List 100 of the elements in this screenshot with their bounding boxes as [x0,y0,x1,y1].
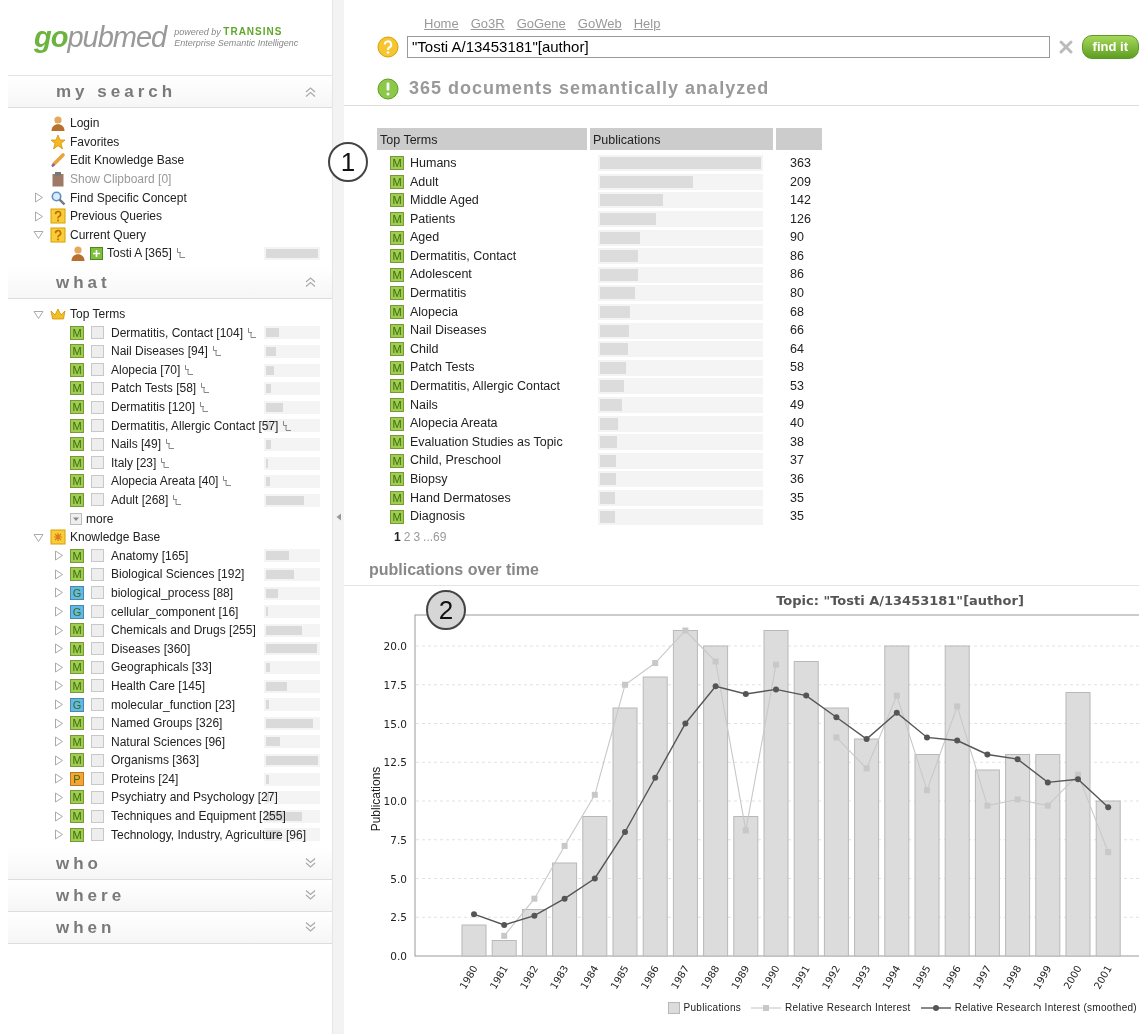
tree-item[interactable]: Tosti A [365] [107,244,172,263]
section-title[interactable]: who [56,850,102,877]
term-link[interactable]: Adult [410,172,439,192]
point [1014,756,1021,763]
term-link[interactable]: Patch Tests [410,358,475,378]
count-text: 40 [790,416,804,431]
tree-item[interactable]: Organisms [363] [111,751,200,770]
type-badge: M [70,678,84,693]
tree-item[interactable]: Knowledge Base [70,528,161,547]
type-badge: M [390,491,404,505]
point [652,774,659,781]
tree-item[interactable]: Dermatitis, Contact [104] [111,323,244,342]
tree-item[interactable]: cellular_component [16] [111,602,239,621]
tree-item[interactable]: Proteins [24] [111,769,179,788]
tree-item[interactable]: Psychiatry and Psychology [27] [111,788,278,807]
term-link[interactable]: Nails [410,395,438,415]
term-link[interactable]: Dermatitis, Allergic Contact [410,377,561,396]
type-badge: M [390,453,404,468]
tree-item[interactable]: Find Specific Concept [70,188,187,207]
type-badge: M [390,230,404,245]
tree-item[interactable]: Nails [49] [111,435,162,454]
count-text: 363 [790,155,811,170]
term-link[interactable]: Diagnosis [410,507,465,526]
term-link[interactable]: Dermatitis [410,284,467,303]
term-link[interactable]: Dermatitis, Contact [410,246,517,266]
point [924,734,930,741]
tree-item[interactable]: Geographicals [33] [111,658,212,677]
term-link[interactable]: Patients [410,209,456,229]
tree-item[interactable]: Login [70,114,100,133]
section-title[interactable]: what [56,269,111,295]
tree-item[interactable]: Alopecia Areata [40] [111,472,219,491]
tree-item[interactable]: more [86,509,114,528]
tree-item[interactable]: Dermatitis [120] [111,398,196,416]
term-link[interactable]: Alopecia [410,302,458,322]
type-badge: M [390,323,404,338]
term-link[interactable]: Child, Preschool [410,451,501,471]
tree-item[interactable]: Patch Tests [58] [111,379,197,398]
term-link[interactable]: Middle Aged [410,191,479,210]
legend-label: Relative Research Interest (smoothed) [954,1001,1137,1016]
term-link[interactable]: Child [410,339,439,359]
tree-item[interactable]: Edit Knowledge Base [70,151,185,170]
tree-item[interactable]: Chemicals and Drugs [255] [111,621,256,640]
term-link[interactable]: Evaluation Studies as Topic [410,432,563,452]
type-badge: M [70,641,84,656]
tree-item[interactable]: Biological Sciences [192] [111,565,245,584]
type-badge: M [390,212,404,227]
page-link[interactable]: 1 [394,527,401,546]
column-header[interactable]: Publications [590,128,773,150]
type-badge: M [70,493,84,507]
section-title[interactable]: where [56,882,126,909]
column-header[interactable]: Top Terms [377,128,587,150]
tree-item[interactable]: Techniques and Equipment [255] [111,807,286,826]
tree-item[interactable]: Diseases [360] [111,639,191,658]
type-badge: M [390,435,404,450]
type-badge: M [390,156,404,171]
term-link[interactable]: Adolescent [410,265,472,285]
tree-item[interactable]: Health Care [145] [111,676,206,695]
point [1105,804,1112,811]
axis-tick-label: 12.5 [383,756,407,769]
term-link[interactable]: Alopecia Areata [410,414,498,433]
type-badge: M [70,790,84,805]
axis-tick-label: 17.5 [383,678,407,691]
type-badge: M [70,474,84,489]
tree-item[interactable]: Italy [23] [111,453,157,472]
axis-tick-label: 10.0 [383,794,407,807]
tagline: Enterprise Semantic Intelligenc [174,38,299,49]
type-badge: G [70,697,84,712]
tree-item[interactable]: Adult [268] [111,491,169,509]
type-badge: M [390,305,404,320]
tree-item[interactable]: Technology, Industry, Agriculture [96] [111,825,306,844]
point [1075,776,1081,783]
tree-item[interactable]: Nail Diseases [94] [111,342,208,361]
tree-item[interactable]: Favorites [70,132,120,151]
term-link[interactable]: Nail Diseases [410,321,487,340]
callout-number: 2 [426,589,466,630]
tree-item[interactable]: Top Terms [70,305,126,324]
tree-item[interactable]: biological_process [88] [111,583,234,602]
legend-label: Relative Research Interest [785,1001,911,1016]
point [501,932,508,939]
term-link[interactable]: Humans [410,153,457,173]
tree-item[interactable]: molecular_function [23] [111,695,236,714]
term-link[interactable]: Aged [410,228,440,248]
tree-item[interactable]: Alopecia [70] [111,360,181,379]
term-link[interactable]: Biopsy [410,470,448,489]
type-badge: G [70,604,84,619]
count-text: 68 [790,304,804,319]
tree-item[interactable]: Natural Sciences [96] [111,732,226,751]
point [622,828,628,835]
search-field[interactable]: "Tosti A/13453181"[author] [407,36,1050,58]
tree-item[interactable]: Current Query [70,225,147,244]
section-title[interactable]: when [56,914,116,941]
tree-item[interactable]: Named Groups [326] [111,714,223,733]
type-badge: G [70,585,84,600]
tree-item[interactable]: Anatomy [165] [111,546,189,565]
logo: gopubmed [34,23,167,52]
tree-item[interactable]: Dermatitis, Allergic Contact [57] [111,416,279,435]
type-badge: M [70,548,84,563]
tree-item[interactable]: Previous Queries [70,207,163,226]
count-text: 49 [790,397,804,412]
term-link[interactable]: Hand Dermatoses [410,488,511,508]
